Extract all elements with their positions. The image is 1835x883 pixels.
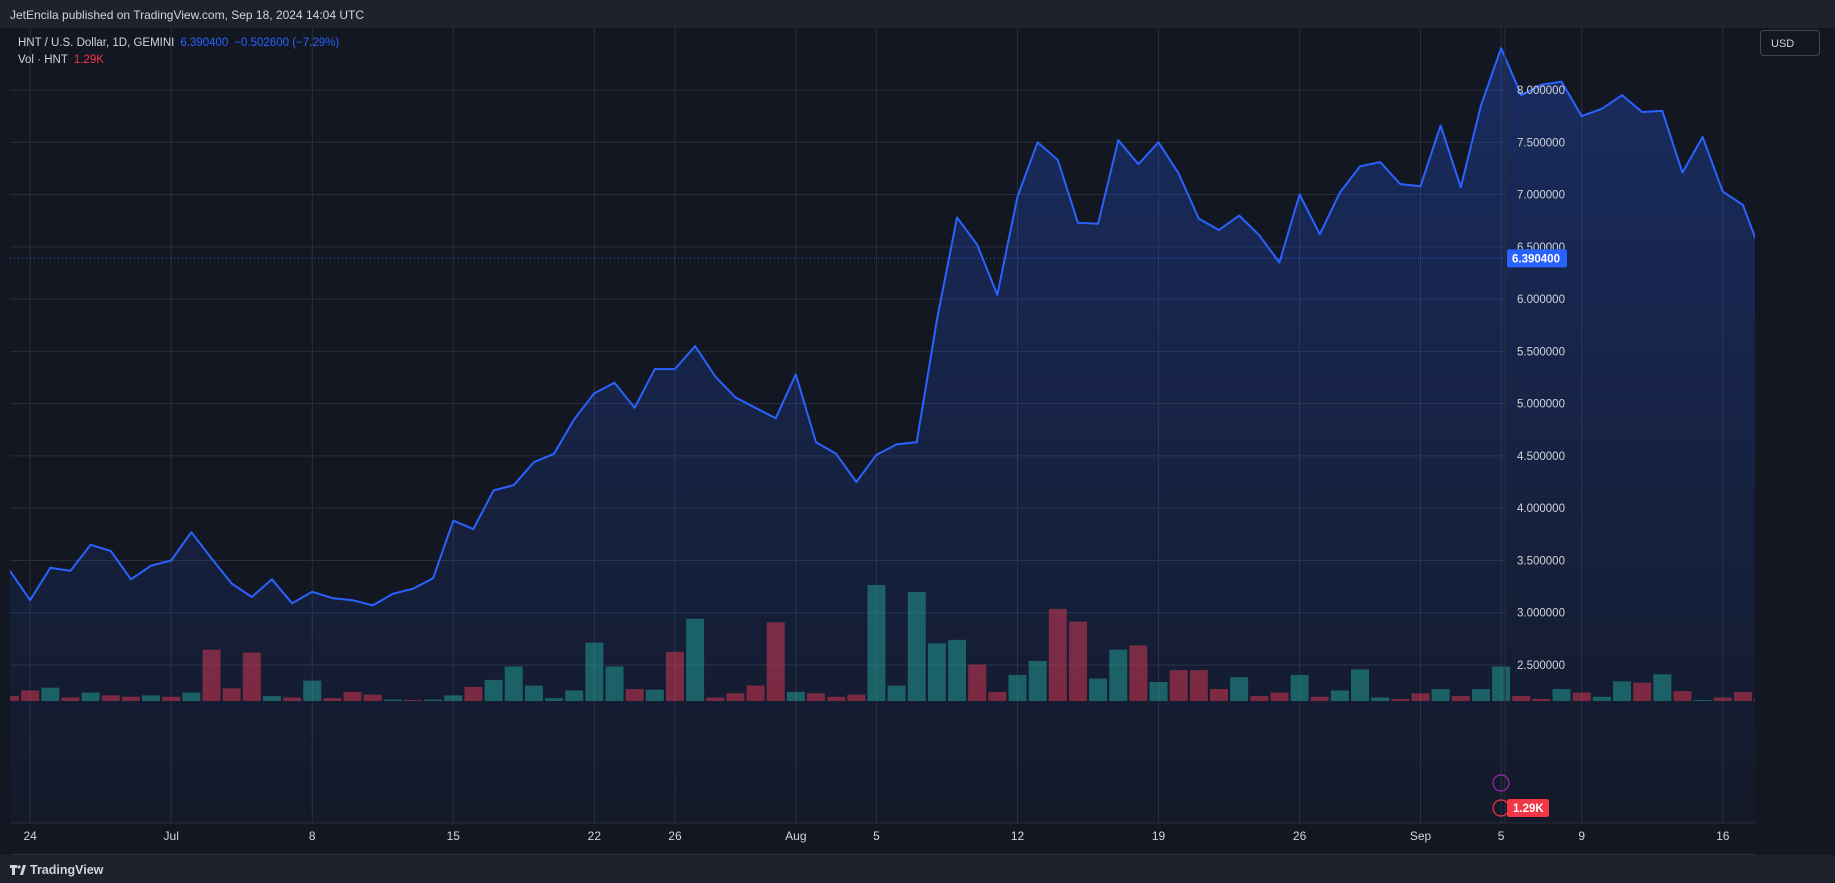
volume-value: 1.29K: [73, 54, 104, 66]
top-bar: JetEncila published on TradingView.com, …: [0, 0, 1835, 28]
x-tick-label: 24: [23, 829, 37, 843]
chart-legend: HNT / U.S. Dollar, 1D, GEMINI 6.390400 −0.…: [18, 35, 339, 69]
x-tick-label: Aug: [785, 829, 806, 843]
currency-button[interactable]: USD: [1760, 30, 1820, 56]
symbol-label[interactable]: HNT / U.S. Dollar, 1D, GEMINI: [18, 37, 174, 49]
y-tick-label: 4.000000: [1517, 503, 1565, 515]
last-price: 6.390400: [180, 37, 229, 49]
tradingview-brand: TradingView: [30, 863, 104, 877]
y-tick-label: 4.500000: [1517, 451, 1565, 463]
tradingview-logo[interactable]: TradingView: [10, 863, 103, 877]
y-tick-label: 2.500000: [1517, 660, 1565, 672]
x-tick-label: 16: [1716, 829, 1730, 843]
y-tick-label: 7.000000: [1517, 190, 1565, 202]
x-tick-label: Jul: [164, 829, 179, 843]
publisher-info: JetEncila published on TradingView.com, …: [10, 8, 364, 22]
price-chart[interactable]: 24 Jul 8 15 22 26 Aug 5 12 19 26 Sep 5 9 16 2.500000 3.0…: [10, 28, 1755, 854]
tradingview-logo-icon: [10, 865, 26, 875]
chart-frame[interactable]: 24 Jul 8 15 22 26 Aug 5 12 19 26 Sep 5 9 16 2.500000 3.0…: [10, 28, 1755, 855]
y-tick-label: 7.500000: [1517, 137, 1565, 149]
x-tick-label: 19: [1152, 829, 1166, 843]
x-tick-label: 12: [1011, 829, 1025, 843]
y-tick-label: 3.000000: [1517, 608, 1565, 620]
x-tick-label: 5: [873, 829, 880, 843]
x-tick-label: 22: [588, 829, 602, 843]
y-tick-label: 8.000000: [1517, 85, 1565, 97]
y-tick-label: 5.000000: [1517, 399, 1565, 411]
x-tick-label: 9: [1578, 829, 1585, 843]
x-tick-label: 8: [309, 829, 316, 843]
x-tick-label: 26: [668, 829, 682, 843]
x-tick-label: Sep: [1410, 829, 1432, 843]
y-tick-label: 6.000000: [1517, 294, 1565, 306]
x-tick-label: 5: [1498, 829, 1505, 843]
x-tick-label: 26: [1293, 829, 1307, 843]
price-change: −0.502600 (−7.29%): [234, 37, 340, 49]
y-tick-label: 3.500000: [1517, 555, 1565, 567]
x-tick-label: 15: [447, 829, 461, 843]
footer-bar: TradingView: [0, 855, 1835, 883]
last-price-badge-label: 6.390400: [1512, 253, 1560, 265]
y-tick-label: 5.500000: [1517, 346, 1565, 358]
volume-label[interactable]: Vol · HNT: [18, 54, 68, 66]
price-area: [10, 48, 1755, 823]
last-volume-badge-label: 1.29K: [1513, 803, 1544, 815]
